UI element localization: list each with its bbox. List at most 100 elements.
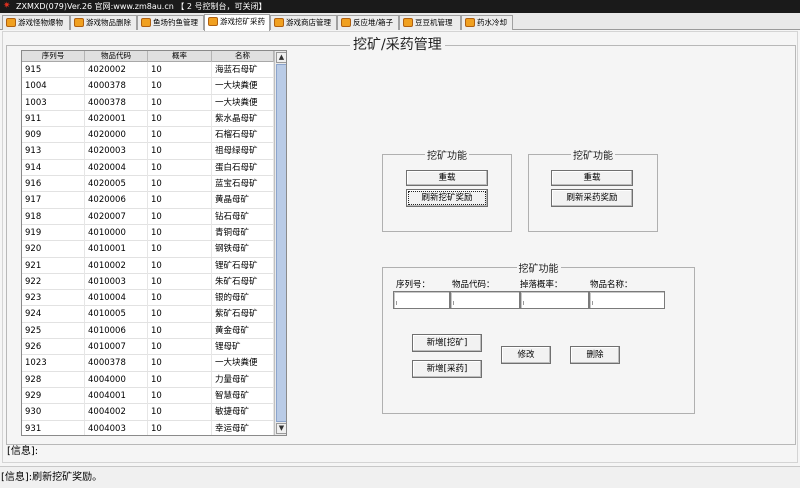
name-cell: 海蓝石母矿 bbox=[212, 62, 274, 78]
probability-cell: 10 bbox=[148, 420, 212, 435]
serial-cell: 921 bbox=[22, 257, 85, 274]
table-row[interactable]: 917 4020006 10 黄晶母矿 bbox=[22, 192, 274, 209]
table-row[interactable]: 914 4020004 10 蛋白石母矿 bbox=[22, 159, 274, 177]
scrollbar-thumb[interactable] bbox=[276, 64, 286, 422]
table-row[interactable]: 924 4010005 10 紫矿石母矿 bbox=[22, 306, 274, 323]
status-text: [信息]:刷新挖矿奖励。 bbox=[1, 472, 103, 483]
column-header-serial[interactable]: 序列号 bbox=[22, 51, 85, 62]
serial-cell: 911 bbox=[22, 110, 85, 127]
serial-cell: 909 bbox=[22, 127, 85, 144]
table-row[interactable]: 909 4020000 10 石榴石母矿 bbox=[22, 127, 274, 144]
item-code-cell: 4004000 bbox=[85, 371, 148, 388]
refresh-herb-rewards-button[interactable]: 刷新采药奖励 bbox=[551, 189, 633, 207]
name-cell: 锂矿石母矿 bbox=[212, 257, 274, 274]
modify-button[interactable]: 修改 bbox=[501, 346, 551, 364]
tab-label: 游戏挖矿采药 bbox=[220, 17, 265, 26]
add-herb-button[interactable]: 新增[采药] bbox=[412, 360, 482, 378]
item-name-input[interactable] bbox=[589, 291, 665, 309]
table-row[interactable]: 919 4010000 10 青铜母矿 bbox=[22, 224, 274, 242]
serial-cell: 918 bbox=[22, 208, 85, 225]
probability-cell: 10 bbox=[148, 224, 212, 241]
serial-cell: 924 bbox=[22, 306, 85, 323]
table-row[interactable]: 921 4010002 10 锂矿石母矿 bbox=[22, 257, 274, 274]
table-row[interactable]: 925 4010006 10 黄金母矿 bbox=[22, 322, 274, 340]
tab-potion-cooldown[interactable]: 药水冷却 bbox=[461, 15, 513, 30]
probability-cell: 10 bbox=[148, 143, 212, 160]
serial-cell: 1023 bbox=[22, 355, 85, 372]
delete-button[interactable]: 删除 bbox=[570, 346, 620, 364]
window-titlebar[interactable]: ✷ ZXMXD(079)Ver.26 官网:www.zm8au.cn 【 2 号… bbox=[0, 0, 800, 13]
tab-icon bbox=[6, 18, 16, 27]
probability-cell: 10 bbox=[148, 241, 212, 258]
name-cell: 智慧母矿 bbox=[212, 387, 274, 404]
table-row[interactable]: 930 4004002 10 敏捷母矿 bbox=[22, 404, 274, 421]
column-header-name[interactable]: 名称 bbox=[212, 51, 274, 62]
item-code-cell: 4020006 bbox=[85, 192, 148, 209]
tab-label: 游戏物品删除 bbox=[86, 18, 131, 27]
table-row[interactable]: 918 4020007 10 钻石母矿 bbox=[22, 208, 274, 225]
item-code-cell: 4020000 bbox=[85, 127, 148, 144]
tab-monster-drops[interactable]: 游戏怪物爆物 bbox=[2, 15, 70, 30]
probability-cell: 10 bbox=[148, 127, 212, 144]
serial-cell: 925 bbox=[22, 322, 85, 339]
table-row[interactable]: 911 4020001 10 紫水晶母矿 bbox=[22, 110, 274, 128]
serial-cell: 916 bbox=[22, 176, 85, 193]
tab-label: 游戏怪物爆物 bbox=[18, 18, 63, 27]
probability-cell: 10 bbox=[148, 62, 212, 78]
refresh-mining-rewards-button[interactable]: 刷新挖矿奖励 bbox=[406, 189, 488, 207]
mining-reload-button[interactable]: 重载 bbox=[406, 170, 488, 186]
table-row[interactable]: 913 4020003 10 祖母绿母矿 bbox=[22, 143, 274, 160]
tab-fishing[interactable]: 鱼场钓鱼管理 bbox=[137, 15, 204, 30]
column-header-probability[interactable]: 概率 bbox=[148, 51, 212, 62]
table-row[interactable]: 1023 4000378 10 一大块粪便 bbox=[22, 355, 274, 372]
table-row[interactable]: 931 4004003 10 幸运母矿 bbox=[22, 420, 274, 435]
add-mining-button[interactable]: 新增[挖矿] bbox=[412, 334, 482, 352]
table-row[interactable]: 928 4004000 10 力量母矿 bbox=[22, 371, 274, 388]
item-code-cell: 4020003 bbox=[85, 143, 148, 160]
table-row[interactable]: 926 4010007 10 锂母矿 bbox=[22, 339, 274, 356]
name-cell: 朱矿石母矿 bbox=[212, 273, 274, 290]
tab-label: 反应堆/箱子 bbox=[353, 18, 394, 27]
name-cell: 一大块粪便 bbox=[212, 355, 274, 372]
probability-cell: 10 bbox=[148, 273, 212, 290]
table-row[interactable]: 929 4004001 10 智慧母矿 bbox=[22, 387, 274, 405]
table-row[interactable]: 915 4020002 10 海蓝石母矿 bbox=[22, 62, 274, 79]
herb-box-legend: 挖矿功能 bbox=[573, 151, 613, 162]
serial-cell: 915 bbox=[22, 62, 85, 78]
table-body: 915 4020002 10 海蓝石母矿 1004 4000378 10 一大块粪便 1003 4… bbox=[22, 62, 274, 435]
tab-reactor-box[interactable]: 反应堆/箱子 bbox=[337, 15, 399, 30]
tab-bean-machine[interactable]: 豆豆机管理 bbox=[399, 15, 461, 30]
item-code-cell: 4010002 bbox=[85, 257, 148, 274]
serial-cell: 917 bbox=[22, 192, 85, 209]
table-row[interactable]: 922 4010003 10 朱矿石母矿 bbox=[22, 273, 274, 291]
name-cell: 一大块粪便 bbox=[212, 78, 274, 95]
column-header-item-code[interactable]: 物品代码 bbox=[85, 51, 148, 62]
drop-rate-field-label: 掉落概率： bbox=[520, 280, 563, 290]
tab-icon bbox=[141, 18, 151, 27]
tab-item-delete[interactable]: 游戏物品删除 bbox=[70, 15, 137, 30]
table-header: 序列号 物品代码 概率 名称 bbox=[22, 51, 274, 62]
item-code-cell: 4010005 bbox=[85, 306, 148, 323]
probability-cell: 10 bbox=[148, 371, 212, 388]
item-code-input[interactable] bbox=[450, 291, 520, 309]
probability-cell: 10 bbox=[148, 208, 212, 225]
name-cell: 力量母矿 bbox=[212, 371, 274, 388]
item-code-field-label: 物品代码： bbox=[452, 280, 495, 290]
table-scrollbar[interactable]: ▲ ▼ bbox=[274, 51, 286, 435]
table-row[interactable]: 923 4010004 10 银的母矿 bbox=[22, 290, 274, 307]
table-row[interactable]: 1003 4000378 10 一大块粪便 bbox=[22, 94, 274, 111]
tab-shop[interactable]: 游戏商店管理 bbox=[270, 15, 337, 30]
probability-cell: 10 bbox=[148, 355, 212, 372]
serial-input[interactable] bbox=[393, 291, 450, 309]
serial-cell: 919 bbox=[22, 224, 85, 241]
table-row[interactable]: 1004 4000378 10 一大块粪便 bbox=[22, 78, 274, 95]
tab-mining-herbs[interactable]: 游戏挖矿采药 bbox=[204, 14, 270, 31]
table-row[interactable]: 920 4010001 10 钢铁母矿 bbox=[22, 241, 274, 258]
reward-table[interactable]: 序列号 物品代码 概率 名称 915 4020002 10 海蓝石母矿 1004 4000… bbox=[21, 50, 287, 436]
scroll-up-arrow-icon[interactable]: ▲ bbox=[276, 52, 286, 63]
item-code-cell: 4010004 bbox=[85, 290, 148, 307]
table-row[interactable]: 916 4020005 10 蓝宝石母矿 bbox=[22, 176, 274, 193]
herb-reload-button[interactable]: 重载 bbox=[551, 170, 633, 186]
drop-rate-input[interactable] bbox=[520, 291, 589, 309]
scroll-down-arrow-icon[interactable]: ▼ bbox=[276, 423, 286, 434]
